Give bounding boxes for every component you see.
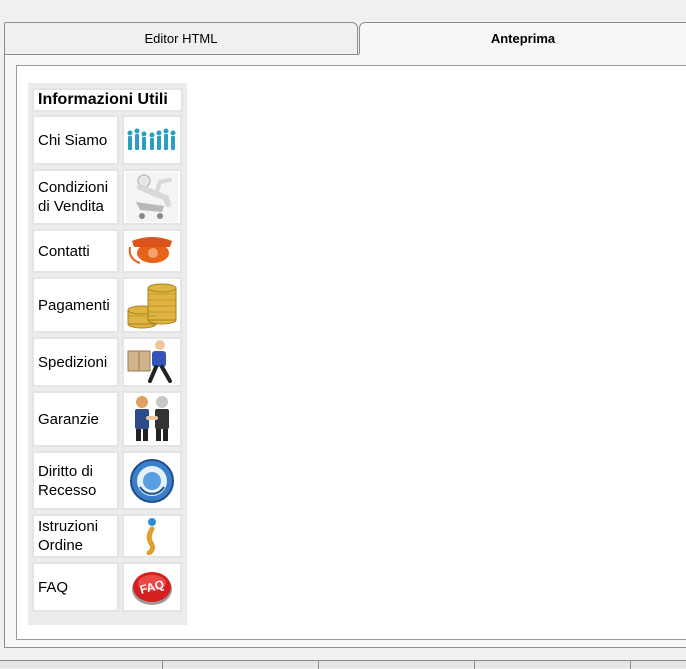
tab-editor-label: Editor HTML: [144, 31, 218, 46]
menu-row-spedizioni[interactable]: Spedizioni: [32, 337, 183, 387]
menu-link-spedizioni[interactable]: Spedizioni: [32, 337, 119, 387]
people-group-icon[interactable]: [122, 115, 182, 165]
tab-divider: [4, 54, 359, 55]
menu-row-chi-siamo[interactable]: Chi Siamo: [32, 115, 183, 165]
delivery-person-icon[interactable]: [122, 337, 182, 387]
tab-editor-html[interactable]: Editor HTML: [4, 22, 358, 54]
menu-row-garanzie[interactable]: Garanzie: [32, 391, 183, 447]
return-circle-icon[interactable]: [122, 451, 182, 510]
menu-link-garanzie[interactable]: Garanzie: [32, 391, 119, 447]
bottom-toolbar: [0, 660, 686, 669]
menu-link-istruzioni-ordine[interactable]: Istruzioni Ordine: [32, 514, 119, 558]
menu-row-pagamenti[interactable]: Pagamenti: [32, 277, 183, 333]
telephone-icon[interactable]: [122, 229, 182, 273]
menu-link-chi-siamo[interactable]: Chi Siamo: [32, 115, 119, 165]
menu-link-diritto-recesso[interactable]: Diritto di Recesso: [32, 451, 119, 510]
menu-row-istruzioni-ordine[interactable]: Istruzioni Ordine: [32, 514, 183, 558]
coins-stack-icon[interactable]: [122, 277, 182, 333]
menu-row-contatti[interactable]: Contatti: [32, 229, 183, 273]
menu-row-faq[interactable]: FAQ FAQ: [32, 562, 183, 612]
menu-link-contatti[interactable]: Contatti: [32, 229, 119, 273]
info-icon[interactable]: [122, 514, 182, 558]
menu-link-faq[interactable]: FAQ: [32, 562, 119, 612]
menu-link-condizioni[interactable]: Condizioni di Vendita: [32, 169, 119, 225]
info-menu-table: Informazioni Utili Chi Siamo Condizioni …: [28, 83, 187, 625]
preview-area: Informazioni Utili Chi Siamo Condizioni …: [16, 65, 686, 640]
person-relaxing-icon[interactable]: [122, 169, 182, 225]
handshake-icon[interactable]: [122, 391, 182, 447]
tab-anteprima[interactable]: Anteprima: [359, 22, 686, 54]
menu-link-pagamenti[interactable]: Pagamenti: [32, 277, 119, 333]
tab-anteprima-label: Anteprima: [490, 31, 556, 46]
menu-title: Informazioni Utili: [32, 88, 183, 112]
faq-button-icon[interactable]: FAQ: [122, 562, 182, 612]
menu-row-condizioni[interactable]: Condizioni di Vendita: [32, 169, 183, 225]
menu-row-diritto-recesso[interactable]: Diritto di Recesso: [32, 451, 183, 510]
